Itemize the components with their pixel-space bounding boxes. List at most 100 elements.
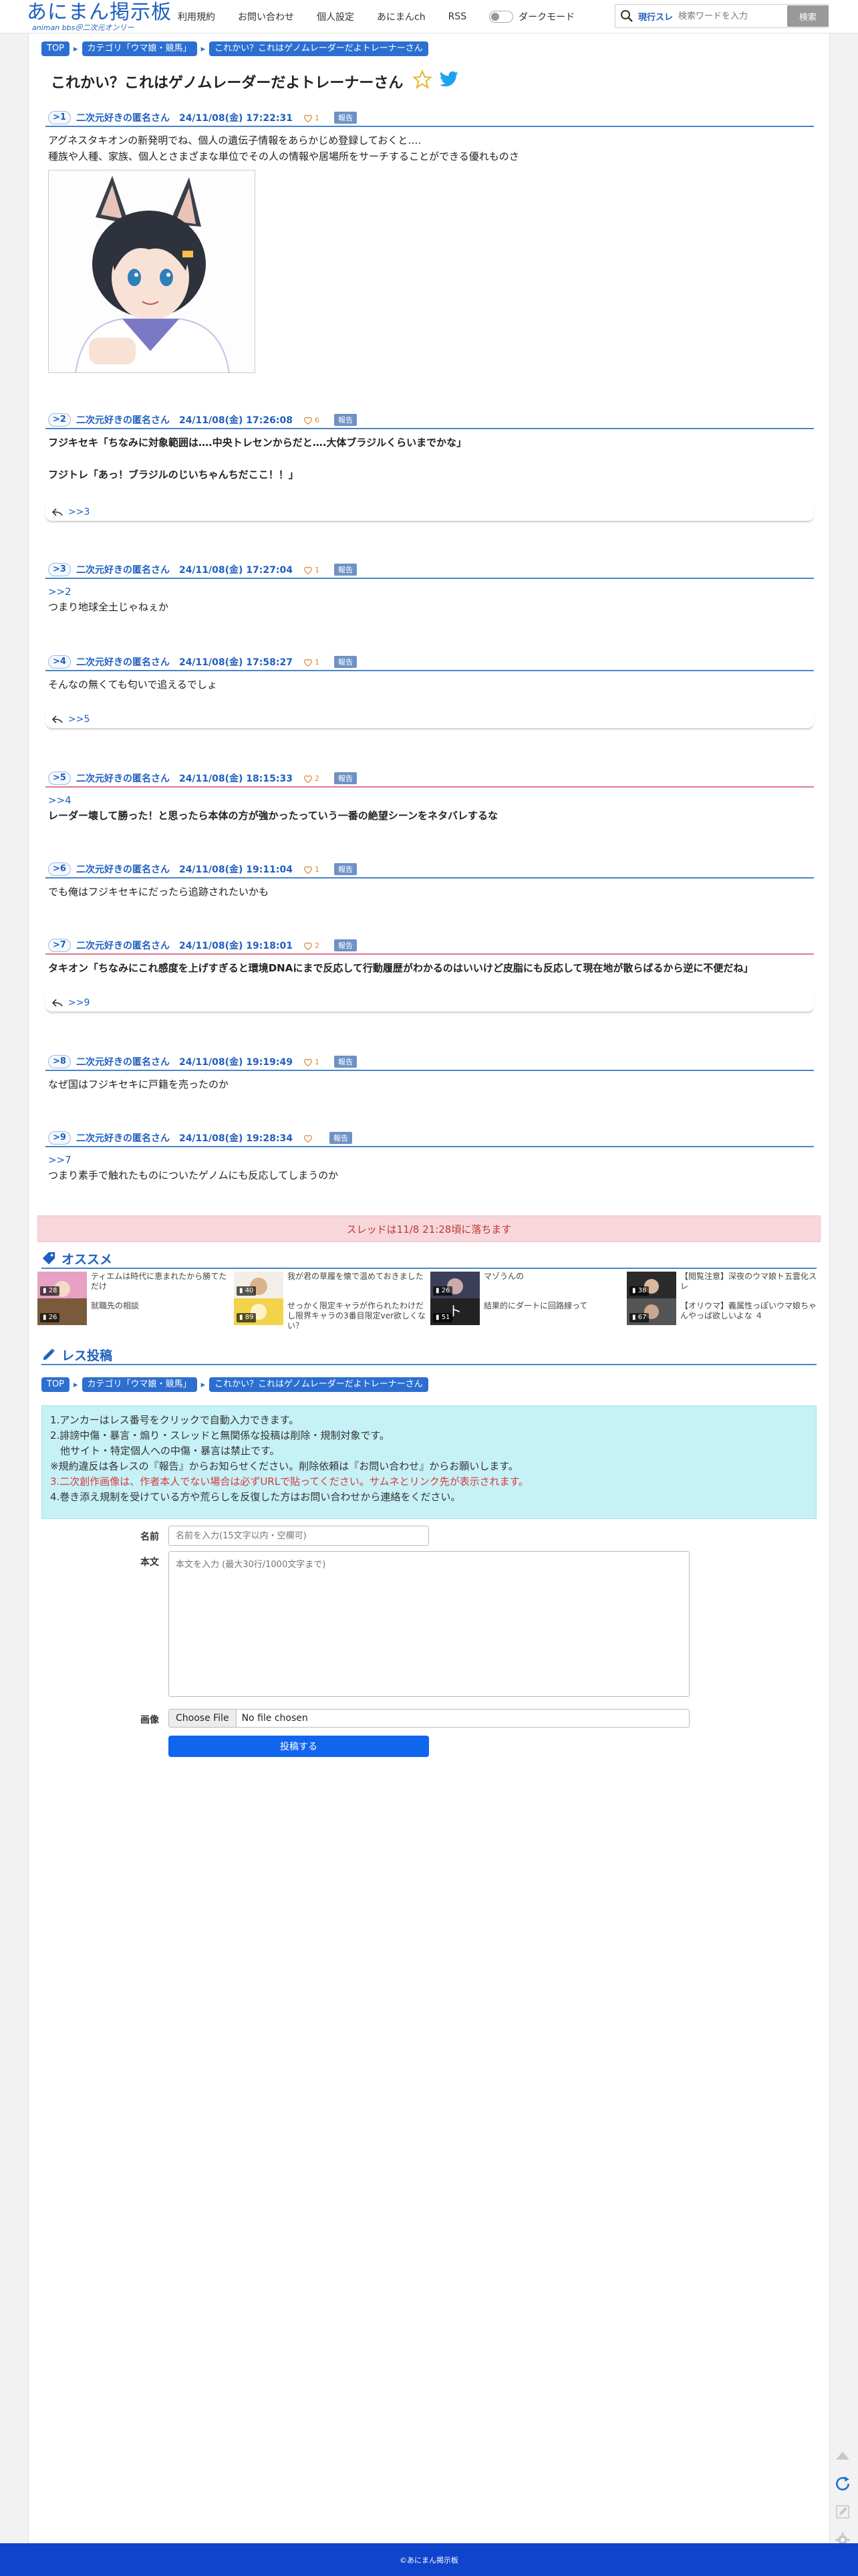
like-button[interactable]: 2 [303,774,319,783]
reply-anchor-link[interactable]: >>5 [68,714,90,725]
recommend-count: ▮ 67 [629,1313,650,1322]
twitter-share-icon[interactable] [439,71,459,92]
like-count: 1 [314,657,319,667]
arrow-up-icon [836,2452,849,2460]
choose-file-button[interactable]: Choose File [169,1710,237,1727]
compose-button[interactable] [831,2500,854,2523]
report-button[interactable]: 報告 [333,112,357,124]
recommend-item[interactable]: ▮ 38 ▮ 67 【閲覧注意】深夜のウマ娘ト五雲化スレ 【オリウマ】義属性っぽ… [627,1272,821,1325]
breadcrumb-thread[interactable]: これかい？これはゲノムレーダーだよトレーナーさん [209,41,428,56]
post-line: 種族や人種、家族、個人とさまざまな単位でその人の情報や居場所をサーチすることがで… [48,150,519,162]
report-button[interactable]: 報告 [333,772,357,784]
like-button[interactable]: 1 [303,566,319,574]
nav-settings[interactable]: 個人設定 [317,10,354,23]
report-button[interactable]: 報告 [333,656,357,668]
post-number[interactable]: >6 [48,862,71,876]
search-scope[interactable]: 現行スレ [638,10,673,23]
heart-icon [304,866,312,874]
post-author: 二次元好きの匿名さん [76,415,170,426]
anchor-link[interactable]: >>2 [48,584,811,599]
image-file-input[interactable]: Choose File No file chosen [168,1709,690,1728]
report-button[interactable]: 報告 [333,564,357,576]
post-number[interactable]: >9 [48,1131,71,1145]
submit-post-button[interactable]: 投稿する [168,1736,429,1757]
post-image-thumbnail[interactable] [48,170,255,373]
search-button[interactable]: 検索 [787,5,829,27]
recommend-title: マゾうんの [484,1272,525,1281]
site-logo[interactable]: あにまん掲示板 animan bbs＠二次元オンリー [27,1,171,32]
breadcrumb-separator: ▸ [74,1379,78,1390]
report-button[interactable]: 報告 [333,414,357,426]
search-input[interactable] [678,6,779,26]
post-number[interactable]: >1 [48,111,71,124]
post: >4 二次元好きの匿名さん 24/11/08(金) 17:58:27 1 報告 … [45,654,814,729]
pencil-icon [41,1347,56,1362]
name-input[interactable] [168,1526,429,1546]
post-date: 24/11/08(金) 19:19:49 [178,1057,293,1068]
report-button[interactable]: 報告 [333,939,357,951]
post-line: そんなの無くても匂いで追えるでしょ [48,679,217,691]
like-button[interactable]: 6 [303,416,319,425]
like-button[interactable]: 1 [303,1058,319,1066]
heart-icon [304,775,312,783]
post-number[interactable]: >3 [48,563,71,576]
breadcrumb-top[interactable]: TOP [41,41,70,56]
post-header: >5 二次元好きの匿名さん 24/11/08(金) 18:15:33 2 報告 [45,770,814,788]
nav-animanch[interactable]: あにまんch [377,10,426,23]
post-body: タキオン「ちなみにこれ感度を上げすぎると環境DNAにまで反応して行動履歴がわかる… [45,955,814,976]
like-button[interactable]: 1 [303,114,319,122]
report-button[interactable]: 報告 [333,1056,357,1068]
breadcrumb-top[interactable]: TOP [41,1377,70,1392]
thread-title: これかい？これはゲノムレーダーだよトレーナーさん [51,69,459,94]
post-number[interactable]: >4 [48,655,71,669]
like-button[interactable]: 1 [303,658,319,667]
breadcrumb-separator: ▸ [200,43,206,54]
reply-section-text: レス投稿 [61,1348,113,1363]
recommend-item[interactable]: ト ▮ 26 ▮ 51 マゾうんの 結果的にダートに回路線って [430,1272,624,1325]
post-date: 24/11/08(金) 19:18:01 [178,941,293,951]
reload-button[interactable] [831,2472,854,2495]
like-count: 1 [314,565,319,574]
recommend-item[interactable]: ▮ 40 ▮ 89 我が君の草履を懐で温めておきました せっかく限定キャラが作ら… [234,1272,428,1330]
recommend-item[interactable]: ▮ 28 ▮ 26 ティエムは時代に恵まれたから勝てただけ 就職先の相談 [37,1272,231,1325]
report-button[interactable]: 報告 [333,863,357,875]
breadcrumb-category[interactable]: カテゴリ「ウマ娘・競馬」 [82,41,197,56]
toggle-track[interactable] [489,11,514,23]
nav-terms[interactable]: 利用規約 [178,10,215,23]
post-line: でも俺はフジキセキにだったら追跡されたいかも [48,886,269,898]
report-button[interactable]: 報告 [329,1132,352,1144]
anchor-link[interactable]: >>4 [48,793,811,808]
rule-line: 1.アンカーはレス番号をクリックで自動入力できます。 [50,1414,299,1426]
post-number[interactable]: >2 [48,413,71,427]
recommend-section-title: オススメ [41,1249,817,1269]
post-number[interactable]: >8 [48,1055,71,1068]
logo-sub-text: animan bbs＠二次元オンリー [32,23,134,32]
post-number[interactable]: >7 [48,939,71,952]
recommend-count: ▮ 28 [40,1286,60,1296]
post-line: タキオン「ちなみにこれ感度を上げすぎると環境DNAにまで反応して行動履歴がわかる… [48,962,754,974]
post: >1 二次元好きの匿名さん 24/11/08(金) 17:22:31 1 報告 … [45,110,814,373]
favorite-star-icon[interactable] [412,69,433,94]
recommend-title-text: オススメ [61,1252,113,1267]
breadcrumb-thread[interactable]: これかい？これはゲノムレーダーだよトレーナーさん [209,1377,428,1392]
anchor-link[interactable]: >>7 [48,1153,811,1167]
post-line: フジキセキ「ちなみに対象範囲は….中央トレセンからだと….大体ブラジルくらいまで… [48,437,467,449]
like-button[interactable]: 1 [303,865,319,874]
like-button[interactable]: 2 [303,941,319,950]
scroll-top-button[interactable] [831,2444,854,2467]
nav-contact[interactable]: お問い合わせ [238,10,294,23]
reply-anchor-link[interactable]: >>3 [68,507,90,517]
dark-mode-toggle[interactable]: ダークモード [489,10,575,23]
post-date: 24/11/08(金) 17:26:08 [178,415,293,426]
breadcrumb-category[interactable]: カテゴリ「ウマ娘・競馬」 [82,1377,197,1392]
reply-anchor-link[interactable]: >>9 [68,998,90,1008]
post-number[interactable]: >5 [48,772,71,785]
post-date: 24/11/08(金) 18:15:33 [178,774,293,784]
post-body: でも俺はフジキセキにだったら追跡されたいかも [45,879,814,900]
nav-rss[interactable]: RSS [448,11,467,22]
body-textarea[interactable] [168,1551,690,1697]
like-button[interactable] [303,1134,315,1143]
like-count: 1 [314,113,319,122]
breadcrumb-separator: ▸ [74,43,78,54]
post-header: >1 二次元好きの匿名さん 24/11/08(金) 17:22:31 1 報告 [45,110,814,127]
